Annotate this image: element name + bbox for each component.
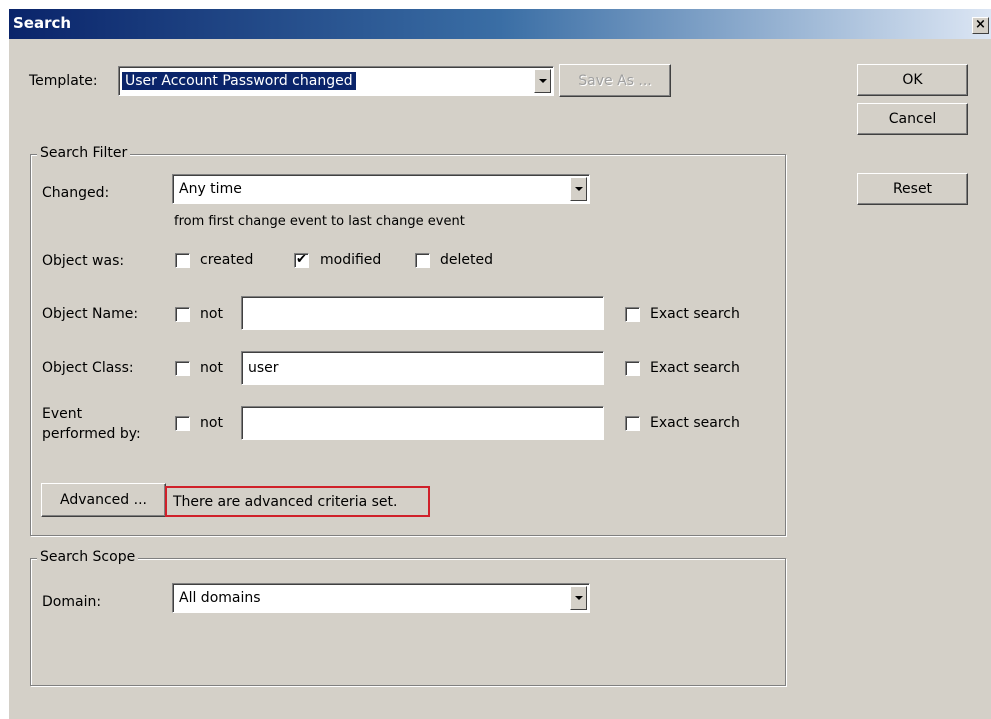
- template-label: Template:: [29, 73, 98, 89]
- object-name-label: Object Name:: [42, 306, 139, 322]
- changed-dropdown-button[interactable]: [570, 177, 587, 201]
- template-dropdown-button[interactable]: [534, 69, 551, 93]
- performed-by-label-line2: performed by:: [42, 426, 141, 442]
- deleted-checkbox[interactable]: [415, 253, 430, 268]
- object-class-exact-label: Exact search: [650, 360, 740, 376]
- save-as-label: Save As ...: [578, 72, 652, 89]
- performed-by-not-label: not: [200, 415, 223, 431]
- chevron-down-icon: [574, 187, 583, 191]
- object-name-not-label: not: [200, 306, 223, 322]
- changed-select[interactable]: Any time: [172, 174, 590, 204]
- chevron-down-icon: [574, 596, 583, 600]
- cancel-label: Cancel: [888, 111, 937, 127]
- search-scope-group: [30, 558, 786, 686]
- advanced-status: There are advanced criteria set.: [165, 486, 430, 517]
- created-label: created: [200, 252, 254, 268]
- changed-value: Any time: [179, 181, 242, 197]
- performed-by-not-checkbox[interactable]: [175, 416, 190, 431]
- cancel-button[interactable]: Cancel: [857, 103, 968, 135]
- object-name-input[interactable]: [241, 296, 604, 330]
- advanced-button[interactable]: Advanced ...: [41, 483, 166, 517]
- reset-label: Reset: [892, 181, 933, 197]
- performed-by-input[interactable]: [241, 406, 604, 440]
- domain-value: All domains: [179, 590, 261, 606]
- created-checkbox[interactable]: [175, 253, 190, 268]
- domain-label: Domain:: [42, 594, 102, 610]
- ok-button[interactable]: OK: [857, 64, 968, 96]
- object-class-exact-checkbox[interactable]: [625, 361, 640, 376]
- object-name-exact-checkbox[interactable]: [625, 307, 640, 322]
- object-class-label: Object Class:: [42, 360, 134, 376]
- advanced-label: Advanced ...: [60, 492, 147, 508]
- search-filter-group: [30, 154, 786, 536]
- object-class-not-label: not: [200, 360, 223, 376]
- checkmark-icon: ✔: [296, 252, 307, 267]
- performed-by-exact-label: Exact search: [650, 415, 740, 431]
- search-scope-title: Search Scope: [37, 549, 139, 565]
- chevron-down-icon: [538, 79, 547, 83]
- modified-label: modified: [320, 252, 382, 268]
- window-title: Search: [13, 14, 72, 32]
- object-class-not-checkbox[interactable]: [175, 361, 190, 376]
- changed-label: Changed:: [42, 185, 110, 201]
- object-class-value: user: [248, 360, 279, 376]
- reset-button[interactable]: Reset: [857, 173, 968, 205]
- search-dialog: Search × Template: User Account Password…: [8, 8, 991, 719]
- close-button[interactable]: ×: [972, 17, 989, 34]
- deleted-label: deleted: [440, 252, 493, 268]
- performed-by-exact-checkbox[interactable]: [625, 416, 640, 431]
- performed-by-label-line1: Event: [42, 406, 83, 422]
- domain-select[interactable]: All domains: [172, 583, 590, 613]
- modified-checkbox[interactable]: ✔: [294, 253, 309, 268]
- template-select[interactable]: User Account Password changed: [118, 66, 554, 96]
- object-name-exact-label: Exact search: [650, 306, 740, 322]
- object-was-label: Object was:: [42, 253, 125, 269]
- object-name-not-checkbox[interactable]: [175, 307, 190, 322]
- title-bar[interactable]: Search ×: [9, 9, 991, 39]
- object-class-input[interactable]: user: [241, 351, 604, 385]
- search-filter-title: Search Filter: [37, 145, 131, 161]
- domain-dropdown-button[interactable]: [570, 586, 587, 610]
- template-value: User Account Password changed: [122, 72, 356, 90]
- advanced-status-text: There are advanced criteria set.: [173, 493, 398, 510]
- changed-hint: from first change event to last change e…: [174, 214, 465, 229]
- ok-label: OK: [902, 72, 923, 88]
- save-as-button[interactable]: Save As ...: [559, 64, 671, 97]
- close-icon: ×: [975, 17, 986, 32]
